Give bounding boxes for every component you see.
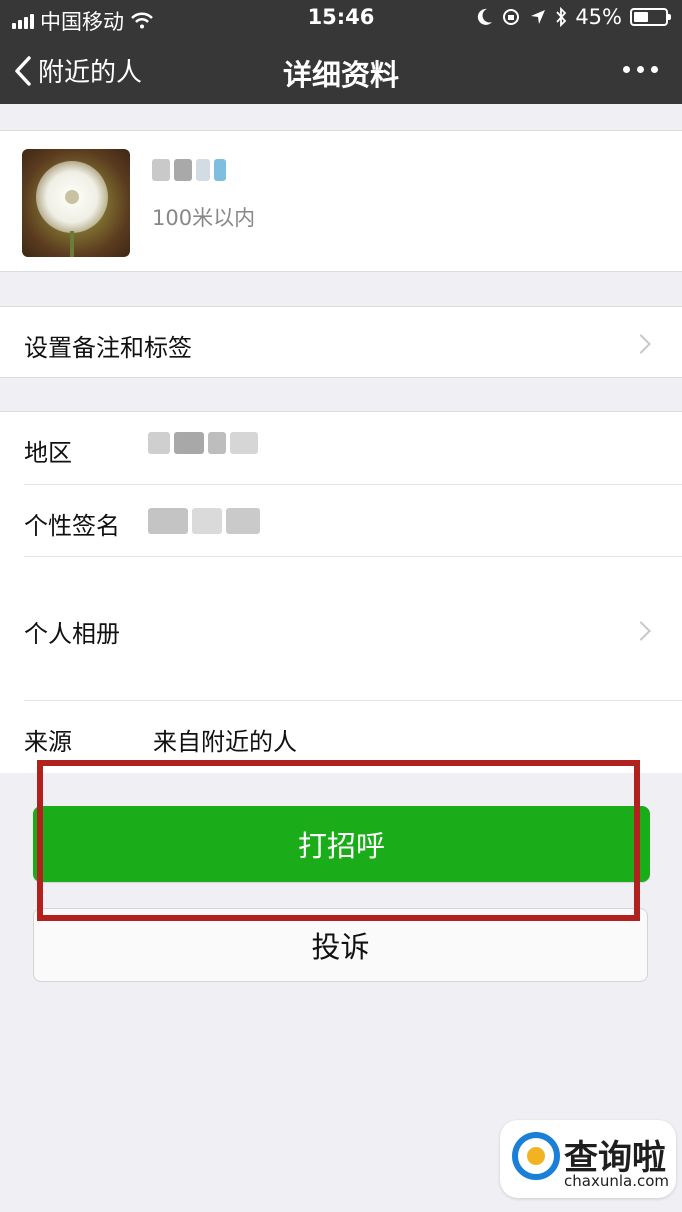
region-value-blurred (148, 432, 262, 454)
battery-icon (630, 8, 671, 26)
remark-tag-label: 设置备注和标签 (24, 334, 192, 362)
dandelion-photo (36, 161, 108, 257)
source-label: 来源 (24, 728, 72, 756)
signature-label: 个性签名 (24, 512, 120, 540)
battery-percent: 45% (575, 5, 622, 29)
album-label: 个人相册 (24, 620, 120, 648)
info-group: 地区 个性签名 个人相册 来源 来自附近的人 (0, 411, 682, 773)
signature-value-blurred (148, 508, 264, 534)
divider (24, 700, 682, 701)
more-dots-icon (623, 66, 630, 73)
report-button[interactable]: 投诉 (33, 908, 648, 982)
status-bar: 中国移动 15:46 45% (0, 0, 682, 36)
distance-label: 100米以内 (152, 206, 256, 230)
profile-card[interactable]: 100米以内 (0, 130, 682, 272)
watermark-domain: chaxunla.com (564, 1172, 669, 1190)
region-label: 地区 (24, 439, 72, 467)
watermark: 查询啦 chaxunla.com (500, 1120, 676, 1198)
nickname-blurred (152, 159, 236, 189)
orientation-lock-icon (503, 9, 520, 25)
chevron-right-icon (631, 621, 651, 641)
location-icon (531, 10, 546, 24)
avatar[interactable] (22, 149, 130, 257)
bluetooth-icon (556, 7, 567, 27)
greet-button[interactable]: 打招呼 (33, 806, 650, 882)
moon-icon (478, 8, 493, 25)
divider (24, 484, 682, 485)
album-row[interactable]: 个人相册 (0, 557, 682, 699)
navigation-bar: 附近的人 详细资料 (0, 36, 682, 104)
page-title: 详细资料 (282, 58, 399, 92)
more-button[interactable] (623, 66, 658, 73)
chevron-right-icon (631, 334, 651, 354)
remark-tag-row[interactable]: 设置备注和标签 (0, 306, 682, 378)
magnifier-logo-icon (512, 1132, 560, 1180)
source-value: 来自附近的人 (153, 728, 297, 756)
